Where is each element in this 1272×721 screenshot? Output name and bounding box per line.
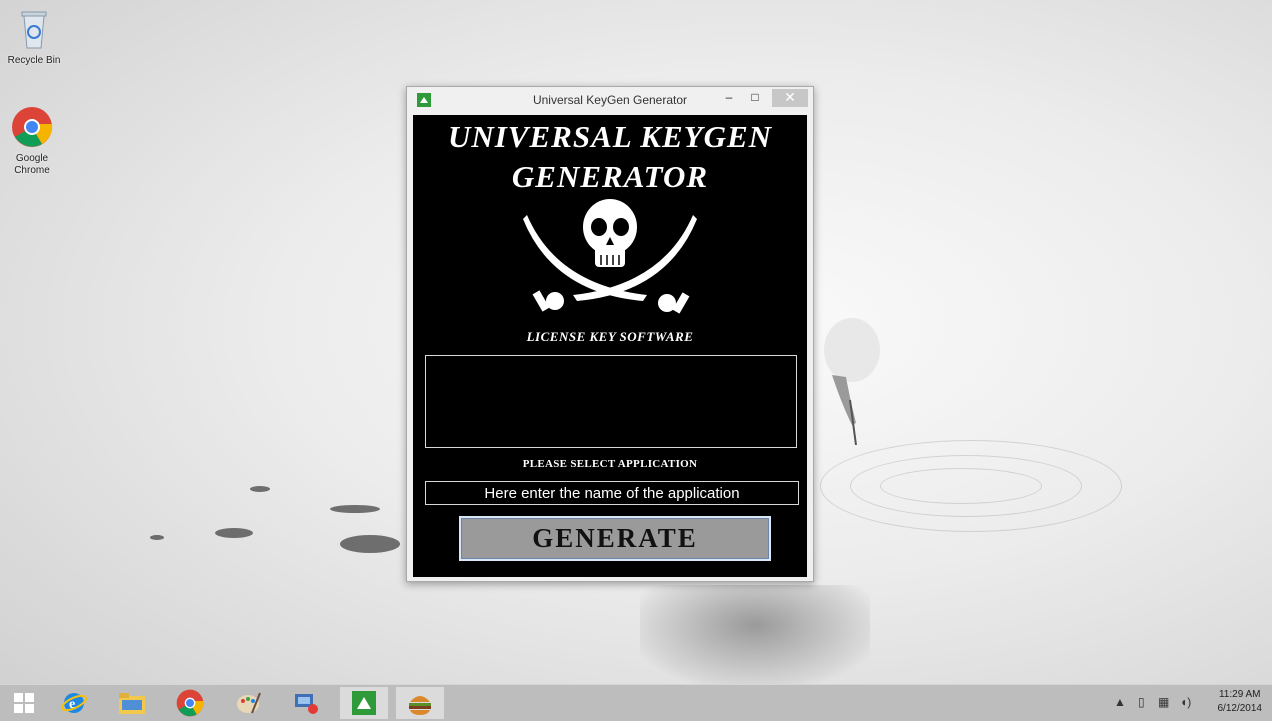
- taskbar: e ▲ ▯ ▦ ◖) 11:29 AM 6/12/2014: [0, 684, 1272, 721]
- chrome-icon: [176, 689, 204, 717]
- app-icon: [352, 691, 376, 715]
- generate-button[interactable]: GENERATE: [459, 516, 771, 561]
- taskbar-chrome[interactable]: [166, 687, 214, 719]
- desktop-icon-label: Google Chrome: [14, 153, 50, 176]
- wallpaper-speck: [330, 505, 380, 513]
- taskbar-internet-explorer[interactable]: e: [50, 687, 98, 719]
- wallpaper-speck: [250, 486, 270, 492]
- heading-line1: UNIVERSAL KEYGEN: [447, 119, 773, 154]
- taskbar-paint[interactable]: [224, 687, 272, 719]
- desktop-icon-label: Recycle Bin: [7, 55, 61, 66]
- taskbar-keygen-app[interactable]: [340, 687, 388, 719]
- wallpaper-reflection: [640, 585, 870, 685]
- wallpaper-bird: [824, 318, 880, 445]
- desktop-icon-google-chrome[interactable]: Google Chrome: [0, 106, 64, 177]
- window-titlebar[interactable]: Universal KeyGen Generator – □ ✕: [407, 87, 813, 113]
- paint-palette-icon: [237, 692, 261, 714]
- application-name-input[interactable]: [425, 481, 799, 505]
- minimize-button[interactable]: –: [720, 89, 738, 107]
- close-button[interactable]: ✕: [772, 89, 808, 107]
- wallpaper-ripple: [880, 468, 1042, 504]
- recycle-bin-icon: [21, 11, 47, 49]
- burger-icon: [409, 696, 431, 715]
- maximize-button[interactable]: □: [746, 89, 764, 107]
- desktop-icon-recycle-bin[interactable]: Recycle Bin: [2, 6, 66, 67]
- taskbar-file-explorer[interactable]: [108, 687, 156, 719]
- control-panel-icon: [295, 694, 318, 714]
- skull-crossed-swords-icon: [523, 199, 697, 314]
- folder-icon: [119, 693, 145, 714]
- clock-date: 6/12/2014: [1217, 703, 1263, 714]
- keygen-window: Universal KeyGen Generator – □ ✕ UNIVERS…: [406, 86, 814, 582]
- volume-icon[interactable]: ◖): [1180, 695, 1191, 709]
- clock-time: 11:29 AM: [1218, 689, 1261, 700]
- start-button[interactable]: [0, 687, 48, 719]
- subtitle: LICENSE KEY SOFTWARE: [526, 329, 694, 344]
- network-icon[interactable]: ▦: [1158, 695, 1169, 709]
- taskbar-burger-app[interactable]: [396, 687, 444, 719]
- taskbar-clock[interactable]: 11:29 AM 6/12/2014: [1218, 688, 1263, 716]
- battery-icon[interactable]: ▯: [1138, 695, 1145, 709]
- taskbar-control-panel[interactable]: [282, 687, 330, 719]
- internet-explorer-icon: e: [61, 693, 87, 713]
- keygen-panel: UNIVERSAL KEYGEN GENERATOR LICENSE KEY S…: [413, 115, 807, 577]
- heading-line2: GENERATOR: [511, 159, 709, 194]
- wallpaper-speck: [215, 528, 253, 538]
- chrome-icon: [12, 107, 53, 147]
- wallpaper-speck: [150, 535, 164, 540]
- select-application-label: PLEASE SELECT APPLICATION: [522, 458, 698, 470]
- wallpaper-speck: [340, 535, 400, 553]
- tray-up-arrow-icon[interactable]: ▲: [1114, 695, 1126, 709]
- windows-logo-icon: [14, 693, 34, 713]
- key-output-box[interactable]: [425, 355, 797, 448]
